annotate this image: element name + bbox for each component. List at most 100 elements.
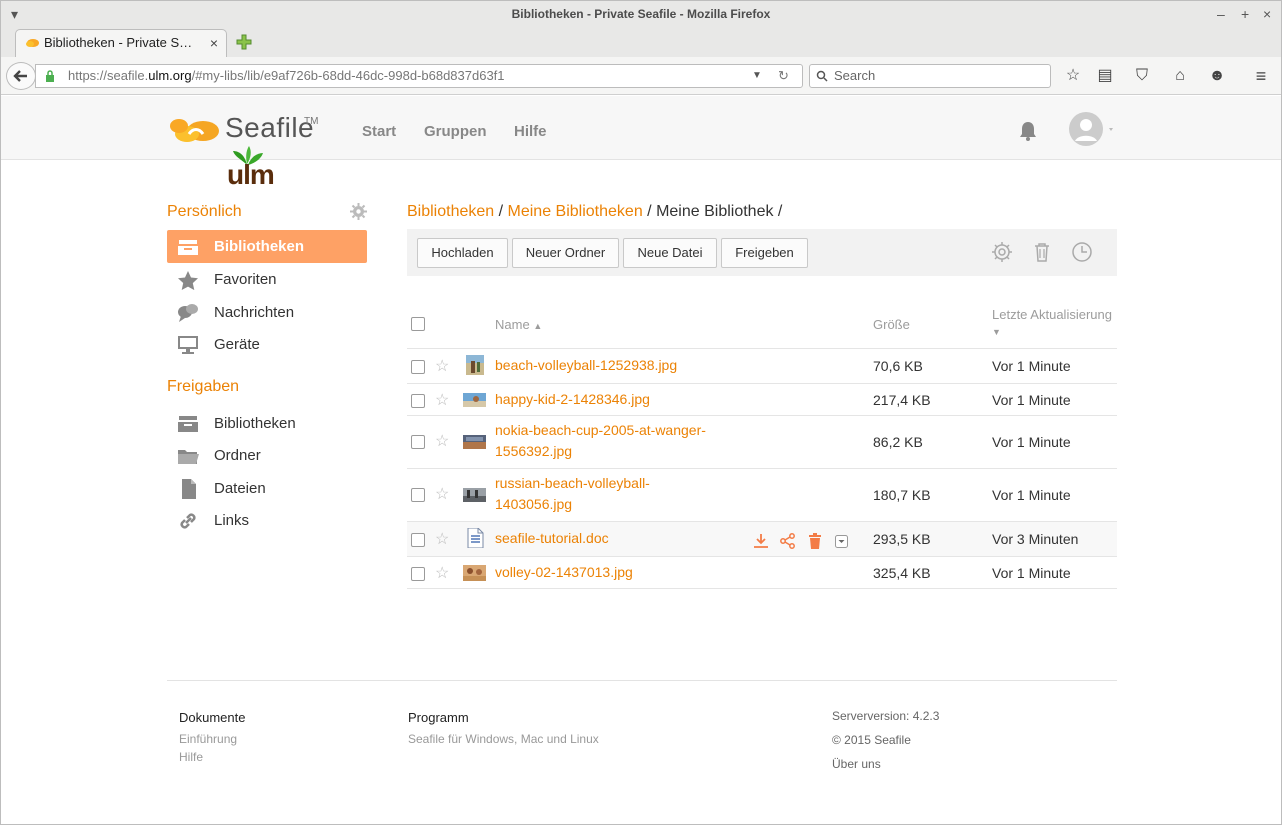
table-row[interactable]: ☆ seafile-tutorial.doc 293,5 KB Vor 3 Mi… bbox=[407, 522, 1117, 557]
minimize-icon[interactable]: – bbox=[1217, 1, 1225, 27]
select-all-checkbox[interactable] bbox=[411, 317, 425, 331]
footer-link-clients[interactable]: Seafile für Windows, Mac und Linux bbox=[408, 732, 599, 746]
library-icon bbox=[178, 416, 198, 432]
upload-button[interactable]: Hochladen bbox=[417, 238, 508, 268]
row-checkbox[interactable] bbox=[411, 533, 425, 547]
bookmark-star-icon[interactable]: ☆ bbox=[1063, 66, 1083, 86]
favorite-star-icon[interactable]: ☆ bbox=[435, 529, 449, 549]
breadcrumb-my-libraries[interactable]: Meine Bibliotheken bbox=[508, 203, 643, 220]
library-settings-gear-icon[interactable] bbox=[991, 241, 1013, 263]
file-updated: Vor 3 Minuten bbox=[992, 531, 1079, 547]
file-name-link[interactable]: happy-kid-2-1428346.jpg bbox=[495, 389, 735, 410]
column-updated-header[interactable]: Letzte Aktualisierung bbox=[992, 307, 1112, 322]
seafile-logo-icon[interactable] bbox=[167, 110, 223, 144]
download-icon[interactable] bbox=[752, 532, 770, 550]
delete-icon[interactable] bbox=[806, 532, 824, 550]
history-clock-icon[interactable] bbox=[1071, 241, 1093, 263]
new-file-button[interactable]: Neue Datei bbox=[623, 238, 717, 268]
close-tab-icon[interactable]: × bbox=[210, 30, 218, 56]
row-checkbox[interactable] bbox=[411, 488, 425, 502]
nav-start[interactable]: Start bbox=[362, 123, 396, 140]
favorite-star-icon[interactable]: ☆ bbox=[435, 431, 449, 451]
reload-icon[interactable]: ↻ bbox=[778, 65, 789, 87]
sidebar-item-label: Favoriten bbox=[214, 271, 277, 288]
file-name-link[interactable]: seafile-tutorial.doc bbox=[495, 528, 735, 549]
favorite-star-icon[interactable]: ☆ bbox=[435, 484, 449, 504]
nav-groups[interactable]: Gruppen bbox=[424, 123, 487, 140]
more-dropdown-icon[interactable] bbox=[835, 535, 848, 548]
file-updated: Vor 1 Minute bbox=[992, 565, 1071, 581]
favorite-star-icon[interactable]: ☆ bbox=[435, 356, 449, 376]
tab-seafile[interactable]: Bibliotheken - Private S… × bbox=[15, 29, 227, 57]
favorite-star-icon[interactable]: ☆ bbox=[435, 563, 449, 583]
table-row[interactable]: ☆ happy-kid-2-1428346.jpg 217,4 KB Vor 1… bbox=[407, 384, 1117, 416]
file-name-link[interactable]: russian-beach-volleyball- 1403056.jpg bbox=[495, 473, 735, 515]
file-name-line: russian-beach-volleyball- bbox=[495, 475, 650, 491]
table-row[interactable]: ☆ russian-beach-volleyball- 1403056.jpg 1… bbox=[407, 469, 1117, 522]
settings-gear-icon[interactable] bbox=[350, 203, 367, 220]
search-placeholder: Search bbox=[834, 68, 876, 83]
trash-icon[interactable] bbox=[1031, 241, 1053, 263]
image-thumbnail-icon bbox=[463, 435, 486, 449]
file-size: 217,4 KB bbox=[873, 392, 931, 408]
nav-help[interactable]: Hilfe bbox=[514, 123, 547, 140]
notification-bell-icon[interactable] bbox=[1018, 120, 1038, 142]
menu-icon[interactable]: ≡ bbox=[1251, 66, 1271, 86]
sidebar-item-shared-links[interactable]: Links bbox=[167, 504, 367, 537]
row-checkbox[interactable] bbox=[411, 360, 425, 374]
breadcrumb-libraries[interactable]: Bibliotheken bbox=[407, 203, 494, 220]
file-name-link[interactable]: nokia-beach-cup-2005-at-wanger- 1556392.j… bbox=[495, 420, 735, 462]
table-row[interactable]: ☆ nokia-beach-cup-2005-at-wanger- 1556392… bbox=[407, 416, 1117, 469]
sidebar-item-favorites[interactable]: Favoriten bbox=[167, 263, 367, 296]
reading-list-icon[interactable]: ▤ bbox=[1095, 66, 1115, 86]
close-window-icon[interactable]: × bbox=[1263, 1, 1271, 27]
file-name-link[interactable]: beach-volleyball-1252938.jpg bbox=[495, 355, 735, 376]
new-tab-icon[interactable] bbox=[234, 32, 254, 52]
file-name-line: 1403056.jpg bbox=[495, 496, 573, 512]
window-menu-icon[interactable]: ▾ bbox=[11, 1, 18, 27]
search-input[interactable]: Search bbox=[809, 64, 1051, 88]
seafile-logo-text[interactable]: Seafile bbox=[225, 112, 314, 144]
sidebar-item-shared-libraries[interactable]: Bibliotheken bbox=[167, 407, 367, 440]
maximize-icon[interactable]: + bbox=[1241, 1, 1249, 27]
home-icon[interactable]: ⌂ bbox=[1170, 66, 1190, 86]
sidebar-item-label: Bibliotheken bbox=[214, 238, 305, 255]
footer-program-heading: Programm bbox=[408, 710, 469, 725]
file-name-line: 1556392.jpg bbox=[495, 443, 573, 459]
row-checkbox[interactable] bbox=[411, 435, 425, 449]
file-name-link[interactable]: volley-02-1437013.jpg bbox=[495, 562, 735, 583]
sidebar-item-my-libraries[interactable]: Bibliotheken bbox=[167, 230, 367, 263]
footer-docs-heading: Dokumente bbox=[179, 710, 246, 725]
footer-link-about[interactable]: Über uns bbox=[832, 757, 881, 771]
sidebar-item-devices[interactable]: Geräte bbox=[167, 328, 367, 361]
row-checkbox[interactable] bbox=[411, 394, 425, 408]
column-size-header[interactable]: Größe bbox=[873, 317, 910, 332]
column-name-header[interactable]: Name ▲ bbox=[495, 317, 542, 332]
pocket-icon[interactable]: ⛉ bbox=[1132, 66, 1152, 86]
image-thumbnail-icon bbox=[463, 565, 486, 581]
back-button[interactable] bbox=[6, 62, 36, 90]
url-dropdown-icon[interactable]: ▼ bbox=[752, 65, 762, 87]
table-row[interactable]: ☆ beach-volleyball-1252938.jpg 70,6 KB V… bbox=[407, 349, 1117, 384]
navigation-bar: https://seafile.ulm.org/#my-libs/lib/e9a… bbox=[1, 57, 1281, 95]
chat-icon[interactable]: ☻ bbox=[1207, 66, 1227, 86]
url-bar[interactable]: https://seafile.ulm.org/#my-libs/lib/e9a… bbox=[35, 64, 803, 88]
sidebar-item-shared-folders[interactable]: Ordner bbox=[167, 439, 367, 472]
favorite-star-icon[interactable]: ☆ bbox=[435, 390, 449, 410]
app-header: Seafile TM Start Gruppen Hilfe bbox=[1, 96, 1281, 160]
sidebar-item-label: Geräte bbox=[214, 336, 260, 353]
new-folder-button[interactable]: Neuer Ordner bbox=[512, 238, 619, 268]
share-icon[interactable] bbox=[779, 532, 797, 550]
table-row[interactable]: ☆ volley-02-1437013.jpg 325,4 KB Vor 1 M… bbox=[407, 557, 1117, 589]
file-toolbar: Hochladen Neuer Ordner Neue Datei Freige… bbox=[407, 229, 1117, 276]
column-name-label: Name bbox=[495, 317, 530, 332]
footer-link-help[interactable]: Hilfe bbox=[179, 750, 203, 764]
sidebar-item-shared-files[interactable]: Dateien bbox=[167, 472, 367, 505]
sort-down-icon[interactable]: ▼ bbox=[992, 327, 1001, 337]
share-button[interactable]: Freigeben bbox=[721, 238, 808, 268]
row-checkbox[interactable] bbox=[411, 567, 425, 581]
footer-link-intro[interactable]: Einführung bbox=[179, 732, 237, 746]
user-avatar-icon[interactable] bbox=[1068, 111, 1118, 147]
sidebar-item-messages[interactable]: Nachrichten bbox=[167, 296, 367, 329]
sidebar-item-label: Bibliotheken bbox=[214, 415, 296, 432]
